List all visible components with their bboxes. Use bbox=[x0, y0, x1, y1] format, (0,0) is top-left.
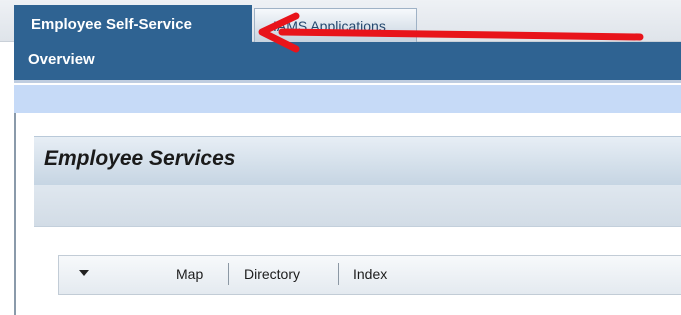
map-link[interactable]: Map bbox=[176, 266, 203, 282]
nav-item-overview[interactable]: Overview bbox=[28, 51, 95, 68]
toolbar-separator bbox=[228, 263, 229, 285]
directory-link[interactable]: Directory bbox=[244, 266, 300, 282]
tab-employee-self-service[interactable]: Employee Self-Service bbox=[14, 5, 252, 42]
tab-iams-applications[interactable]: IAMS Applications bbox=[254, 8, 417, 42]
service-toolbar: Map Directory Index bbox=[58, 255, 681, 295]
tab-label: Employee Self-Service bbox=[31, 16, 192, 33]
toolbar-separator bbox=[338, 263, 339, 285]
nav-divider bbox=[14, 80, 681, 83]
detail-navigation-bar: Overview bbox=[14, 42, 681, 80]
tab-label: IAMS Applications bbox=[273, 18, 386, 34]
top-tab-bar: Employee Self-Service IAMS Applications bbox=[0, 0, 681, 42]
page-title: Employee Services bbox=[44, 147, 236, 170]
page-sub-bar bbox=[34, 185, 681, 227]
chevron-down-icon[interactable] bbox=[79, 270, 89, 276]
index-link[interactable]: Index bbox=[353, 266, 387, 282]
page-title-bar: Employee Services bbox=[34, 136, 681, 185]
navigation-band bbox=[14, 85, 681, 113]
